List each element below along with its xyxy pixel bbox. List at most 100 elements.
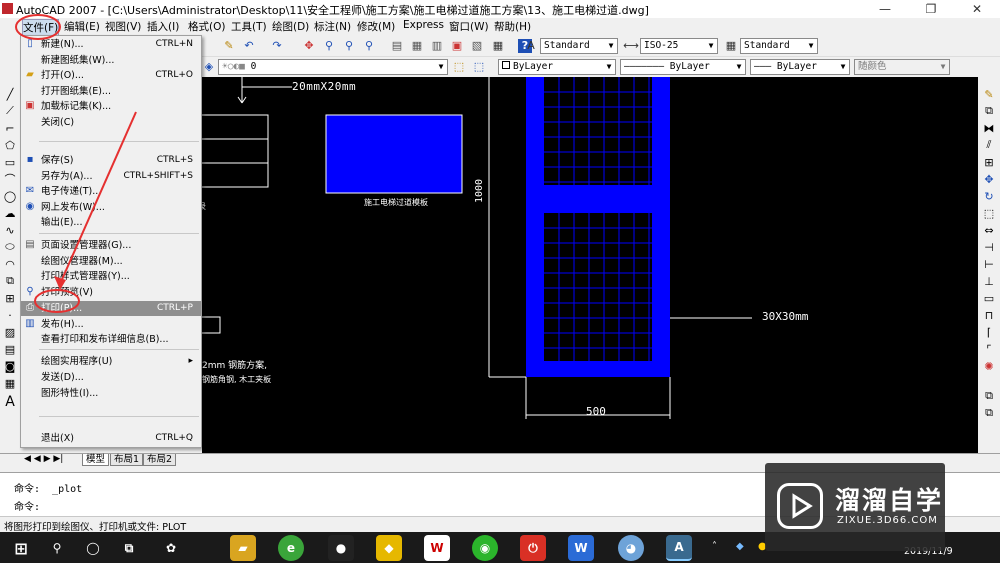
stretch-icon[interactable]: ⇔ [981, 223, 997, 237]
erase-icon[interactable]: ✎ [981, 87, 997, 101]
trim-icon[interactable]: ⊣ [981, 240, 997, 254]
offset-icon[interactable]: ⫽ [981, 138, 997, 152]
menu-file[interactable]: 文件(F) [22, 19, 60, 36]
autocad-taskbar-icon[interactable]: A [666, 535, 692, 561]
design-center-icon[interactable]: ▦ [410, 39, 424, 53]
draworder-back-icon[interactable]: ⧉ [981, 406, 997, 420]
insert-block-icon[interactable]: ⧉ [2, 274, 18, 288]
menu-modify[interactable]: 修改(M) [357, 19, 395, 34]
menu-item-open[interactable]: ▰ 打开(O)... CTRL+O [21, 68, 201, 83]
qq-penguin-icon[interactable]: ◕ [618, 535, 644, 561]
point-icon[interactable]: · [2, 308, 18, 322]
menu-item-print-preview[interactable]: ⚲ 打印预览(V) [21, 285, 201, 300]
menu-draw[interactable]: 绘图(D) [272, 19, 309, 34]
menu-item-new[interactable]: ▯ 新建(N)... CTRL+N [21, 37, 201, 52]
plotstyle-select[interactable]: 随颜色 ▼ [854, 59, 950, 75]
scale-icon[interactable]: ⬚ [981, 206, 997, 220]
browser-icon[interactable]: e [278, 535, 304, 561]
menu-item-save[interactable]: ▪ 保存(S) CTRL+S [21, 153, 201, 168]
redo-icon[interactable]: ↷ [270, 39, 284, 53]
layer-previous-icon[interactable]: ⬚ [472, 60, 486, 74]
menu-format[interactable]: 格式(O) [188, 19, 225, 34]
file-explorer-icon[interactable]: ▰ [230, 535, 256, 561]
spline-icon[interactable]: ∿ [2, 223, 18, 237]
region-icon[interactable]: ◙ [2, 359, 18, 373]
linetype-select[interactable]: ——————— ByLayer ▼ [620, 59, 746, 75]
menu-item-send[interactable]: 发送(D)... [21, 370, 201, 385]
menu-help[interactable]: 帮助(H) [494, 19, 531, 34]
menu-edit[interactable]: 编辑(E) [64, 19, 100, 34]
wps-icon[interactable]: W [424, 535, 450, 561]
explode-icon[interactable]: ✺ [981, 359, 997, 373]
rectangle-icon[interactable]: ▭ [2, 155, 18, 169]
gradient-icon[interactable]: ▤ [2, 342, 18, 356]
task-view-icon[interactable]: ⧉ [116, 535, 142, 561]
close-button[interactable]: ✕ [954, 0, 1000, 18]
ellipse-arc-icon[interactable]: ◠ [2, 257, 18, 271]
match-properties-icon[interactable]: ✎ [222, 39, 236, 53]
break-icon[interactable]: ▭ [981, 291, 997, 305]
extend-icon[interactable]: ⊢ [981, 257, 997, 271]
undo-icon[interactable]: ↶ [242, 39, 256, 53]
pinwheel-app-icon[interactable]: ✿ [158, 535, 184, 561]
minimize-button[interactable]: — [862, 0, 908, 18]
cortana-icon[interactable]: ◯ [80, 535, 106, 561]
tab-model[interactable]: 模型 [82, 454, 110, 466]
menu-item-drawing-properties[interactable]: 图形特性(I)... [21, 386, 201, 401]
circle-icon[interactable]: ◯ [2, 189, 18, 203]
polygon-icon[interactable]: ⬠ [2, 138, 18, 152]
chamfer-icon[interactable]: ⌈ [981, 325, 997, 339]
construction-line-icon[interactable]: ⟋ [2, 104, 18, 118]
mtext-icon[interactable]: A [2, 394, 18, 410]
menu-item-load-markup[interactable]: ▣ 加载标记集(K)... [21, 99, 201, 114]
zoom-window-icon[interactable]: ⚲ [342, 39, 356, 53]
yellow-app-icon[interactable]: ◆ [376, 535, 402, 561]
layer-manager-icon[interactable]: ◈ [202, 60, 216, 74]
menu-item-plot-details[interactable]: 查看打印和发布详细信息(B)... [21, 332, 201, 347]
tab-layout2[interactable]: 布局2 [143, 454, 177, 466]
dim-style-select[interactable]: ISO-25 ▼ [640, 38, 718, 54]
menu-item-new-sheetset[interactable]: 新建图纸集(W)... [21, 53, 201, 68]
menu-express[interactable]: Express [403, 19, 444, 31]
menu-window[interactable]: 窗口(W) [449, 19, 489, 34]
copy-icon[interactable]: ⧉ [981, 104, 997, 118]
sheetset-icon[interactable]: ▣ [450, 39, 464, 53]
break-at-point-icon[interactable]: ⊥ [981, 274, 997, 288]
search-icon[interactable]: ⚲ [44, 535, 70, 561]
line-icon[interactable]: ╱ [2, 87, 18, 101]
revcloud-icon[interactable]: ☁ [2, 206, 18, 220]
maximize-button[interactable]: ❐ [908, 0, 954, 18]
tool-palettes-icon[interactable]: ▥ [430, 39, 444, 53]
layer-select[interactable]: ☀○◐■ 0 ▼ [218, 59, 448, 75]
make-block-icon[interactable]: ⊞ [2, 291, 18, 305]
table-style-select[interactable]: Standard ▼ [740, 38, 818, 54]
text-style-select[interactable]: Standard ▼ [540, 38, 618, 54]
menu-item-export[interactable]: 输出(E)... [21, 215, 201, 230]
tray-expand-icon[interactable]: ˄ [712, 541, 717, 552]
qq-icon[interactable]: ● [328, 535, 354, 561]
array-icon[interactable]: ⊞ [981, 155, 997, 169]
tab-navigation[interactable]: ◀ ◀ ▶ ▶| [24, 454, 63, 464]
lineweight-select[interactable]: ——— ByLayer ▼ [750, 59, 850, 75]
hatch-icon[interactable]: ▨ [2, 325, 18, 339]
join-icon[interactable]: ⊓ [981, 308, 997, 322]
color-select[interactable]: ByLayer ▼ [498, 59, 616, 75]
menu-item-web-publish[interactable]: ◉ 网上发布(W)... [21, 200, 201, 215]
zoom-realtime-icon[interactable]: ⚲ [322, 39, 336, 53]
menu-insert[interactable]: 插入(I) [147, 19, 179, 34]
command-prompt[interactable]: 命令: [14, 498, 40, 513]
red-app-icon[interactable]: ⏻ [520, 535, 546, 561]
properties-icon[interactable]: ▤ [390, 39, 404, 53]
menu-item-close[interactable]: 关闭(C) [21, 115, 201, 130]
menu-view[interactable]: 视图(V) [105, 19, 141, 34]
rotate-icon[interactable]: ↻ [981, 189, 997, 203]
wechat-icon[interactable]: ◉ [472, 535, 498, 561]
menu-dimension[interactable]: 标注(N) [314, 19, 351, 34]
windows-start-icon[interactable]: ⊞ [8, 535, 34, 561]
tab-layout1[interactable]: 布局1 [110, 454, 144, 466]
markup-icon[interactable]: ▧ [470, 39, 484, 53]
menu-tools[interactable]: 工具(T) [231, 19, 267, 34]
calculator-icon[interactable]: ▦ [491, 39, 505, 53]
drawing-canvas[interactable]: 20mmX20mm 施工电梯过道模板 录 1000 30X30mm 500 2m… [202, 77, 978, 453]
menu-item-publish[interactable]: ▥ 发布(H)... [21, 317, 201, 332]
